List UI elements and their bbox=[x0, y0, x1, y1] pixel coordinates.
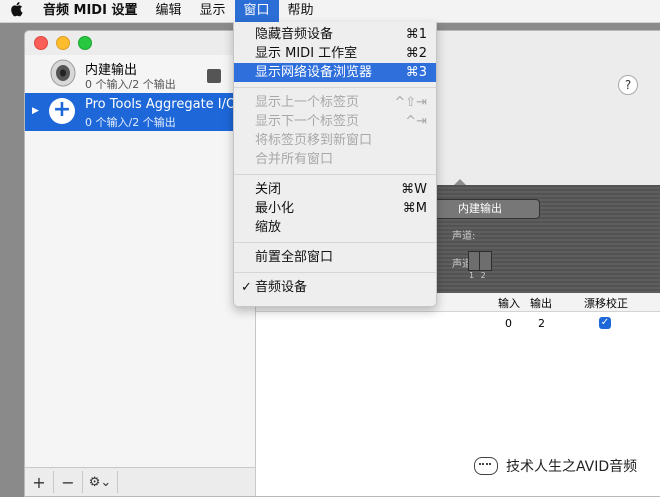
zoom-window-button[interactable] bbox=[78, 36, 92, 50]
sidebar-toolbar: + − ⚙⌄ bbox=[25, 467, 256, 496]
menu-item-show-midi-studio[interactable]: 显示 MIDI 工作室 ⌘2 bbox=[234, 44, 436, 63]
channel-selector[interactable] bbox=[468, 251, 492, 271]
menu-view[interactable]: 显示 bbox=[190, 0, 234, 22]
apple-menu-icon[interactable] bbox=[0, 1, 34, 21]
menu-separator bbox=[234, 272, 436, 273]
help-button[interactable]: ? bbox=[618, 75, 638, 95]
menu-window[interactable]: 窗口 bbox=[234, 0, 279, 22]
device-io: 0 个输入/2 个输出 bbox=[85, 78, 176, 91]
watermark-text: 技术人生之AVID音频 bbox=[506, 459, 638, 475]
menu-separator bbox=[234, 174, 436, 175]
menu-item-close[interactable]: 关闭 ⌘W bbox=[234, 180, 436, 199]
device-item-builtin-output[interactable]: 内建输出 0 个输入/2 个输出 bbox=[25, 55, 255, 93]
menu-item-minimize[interactable]: 最小化 ⌘M bbox=[234, 199, 436, 218]
minimize-window-button[interactable] bbox=[56, 36, 70, 50]
menu-separator bbox=[234, 242, 436, 243]
aggregate-device-icon: + bbox=[49, 98, 75, 124]
device-sidebar: 内建输出 0 个输入/2 个输出 ▶ + Pro Tools Aggregate… bbox=[25, 55, 256, 467]
menu-item-show-next-tab: 显示下一个标签页 ^⇥ bbox=[255, 114, 427, 129]
device-item-pro-tools-aggregate[interactable]: ▶ + Pro Tools Aggregate I/O 0 个输入/2 个输出 bbox=[25, 93, 255, 131]
add-device-button[interactable]: + bbox=[25, 471, 54, 493]
shortcut: ⌘3 bbox=[405, 65, 427, 80]
watermark: 技术人生之AVID音频 bbox=[474, 452, 660, 480]
menu-item-merge-all-windows: 合并所有窗口 bbox=[255, 152, 334, 167]
device-io: 0 个输入/2 个输出 bbox=[85, 116, 176, 129]
partial-label: 声道: bbox=[452, 231, 476, 242]
finder-icon bbox=[207, 69, 221, 83]
header-inputs[interactable]: 输入 bbox=[498, 295, 520, 311]
device-name: Pro Tools Aggregate I/O bbox=[85, 97, 237, 112]
shortcut: ⌘1 bbox=[405, 27, 427, 42]
menu-audio-midi-setup[interactable]: 音频 MIDI 设置 bbox=[34, 0, 146, 22]
drift-correction-checkbox[interactable]: ✓ bbox=[599, 317, 611, 329]
menu-item-move-tab-to-new-window: 将标签页移到新窗口 bbox=[255, 133, 373, 148]
menu-item-bring-all-to-front[interactable]: 前置全部窗口 bbox=[234, 248, 436, 267]
menu-separator bbox=[234, 87, 436, 88]
menu-bar: 音频 MIDI 设置 编辑 显示 窗口 帮助 bbox=[0, 0, 660, 23]
menu-edit[interactable]: 编辑 bbox=[146, 0, 190, 22]
row-outputs: 2 bbox=[538, 317, 545, 330]
menu-item-zoom[interactable]: 缩放 bbox=[234, 218, 436, 237]
remove-device-button[interactable]: − bbox=[54, 471, 83, 493]
shortcut: ^⇥ bbox=[405, 114, 427, 129]
checkmark-icon: ✓ bbox=[241, 280, 252, 295]
channel-numbers: 1 2 bbox=[469, 271, 488, 280]
shortcut: ⌘2 bbox=[405, 46, 427, 61]
menu-item-hide-audio-devices[interactable]: 隐藏音频设备 ⌘1 bbox=[234, 25, 436, 44]
gear-menu-button[interactable]: ⚙⌄ bbox=[83, 471, 118, 493]
menu-item-show-previous-tab: 显示上一个标签页 ^⇧⇥ bbox=[255, 95, 427, 110]
wechat-icon bbox=[474, 457, 498, 475]
close-window-button[interactable] bbox=[34, 36, 48, 50]
window-menu-dropdown: 隐藏音频设备 ⌘1 显示 MIDI 工作室 ⌘2 显示网络设备浏览器 ⌘3 显示… bbox=[233, 22, 437, 307]
menu-help[interactable]: 帮助 bbox=[279, 0, 323, 22]
shortcut: ⌘M bbox=[402, 201, 427, 216]
shortcut: ⌘W bbox=[401, 182, 427, 197]
row-inputs: 0 bbox=[505, 317, 512, 330]
shortcut: ^⇧⇥ bbox=[394, 95, 427, 110]
header-outputs[interactable]: 输出 bbox=[530, 295, 552, 311]
speaker-icon bbox=[49, 59, 77, 87]
disclosure-triangle-icon[interactable]: ▶ bbox=[32, 106, 39, 116]
menu-item-audio-devices[interactable]: ✓ 音频设备 bbox=[234, 278, 436, 297]
menu-item-show-network-device-browser[interactable]: 显示网络设备浏览器 ⌘3 bbox=[234, 63, 436, 82]
header-drift-correction[interactable]: 漂移校正 bbox=[584, 295, 628, 311]
builtin-output-popup[interactable]: 内建输出 bbox=[420, 199, 540, 219]
